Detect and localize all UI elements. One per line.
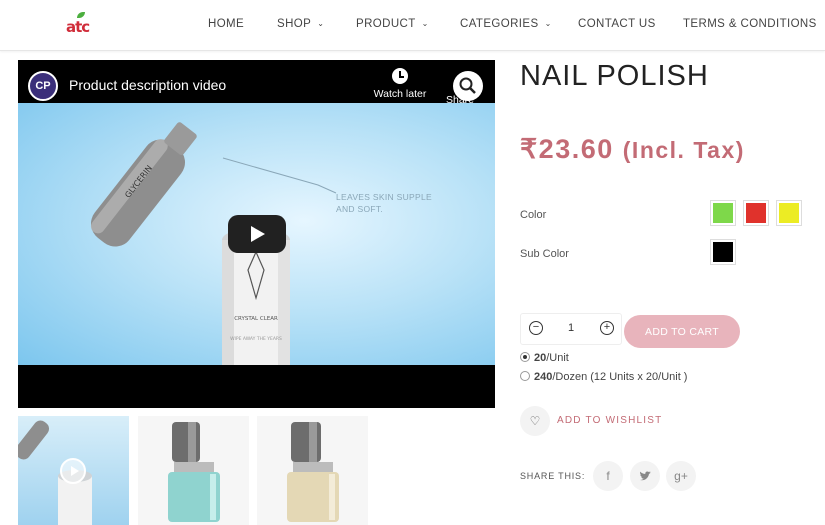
google-plus-icon[interactable]: g+ — [666, 461, 696, 491]
nav-product-label: PRODUCT — [356, 18, 416, 30]
quantity-value[interactable]: 1 — [559, 322, 583, 334]
share-this-label: SHARE THIS: — [520, 471, 586, 481]
price-value: ₹23.60 — [520, 134, 614, 164]
thumbnail-gold-polish[interactable] — [257, 416, 368, 525]
chevron-down-icon: ⌄ — [544, 19, 552, 28]
twitter-icon[interactable] — [630, 461, 660, 491]
nav-shop[interactable]: SHOP ⌄ — [277, 18, 324, 30]
unit-option-single[interactable]: 20/Unit — [520, 352, 569, 364]
radio-selected[interactable] — [520, 352, 530, 362]
watch-later-label: Watch later — [373, 88, 427, 100]
color-label: Color — [520, 209, 547, 221]
nav-product[interactable]: PRODUCT ⌄ — [356, 18, 429, 30]
add-to-wishlist-link[interactable]: ADD TO WISHLIST — [557, 415, 662, 426]
thumbnail-video[interactable] — [18, 416, 129, 525]
nav-shop-label: SHOP — [277, 18, 312, 30]
quantity-stepper: − 1 + — [520, 313, 622, 345]
scene-caption: LEAVES SKIN SUPPLE AND SOFT. — [336, 191, 432, 215]
site-header: atc HOME SHOP ⌄ PRODUCT ⌄ CATEGORIES ⌄ CONT… — [0, 0, 825, 51]
product-price: ₹23.60 (Incl. Tax) — [520, 134, 745, 165]
product-title: NAIL POLISH — [520, 60, 709, 92]
product-video[interactable]: GLYCERIN CRYSTAL CLEAR WIPE AWAY THE YEA… — [18, 60, 495, 408]
swatch-fill — [713, 242, 733, 262]
video-letterbox — [18, 365, 495, 408]
heart-icon[interactable]: ♡ — [520, 406, 550, 436]
nail-polish-bottle-teal — [168, 422, 220, 522]
unit-text: /Unit — [546, 352, 569, 364]
nav-contact-us[interactable]: CONTACT US — [578, 18, 656, 30]
dozen-qty: 240 — [534, 371, 553, 383]
minus-icon[interactable]: − — [529, 321, 543, 335]
unit-qty: 20 — [534, 352, 547, 364]
chevron-down-icon: ⌄ — [421, 19, 429, 28]
nav-home-label: HOME — [208, 18, 245, 30]
watch-later-button[interactable]: Watch later — [370, 68, 430, 100]
scene-caption-line1: LEAVES SKIN SUPPLE — [336, 192, 432, 202]
swatch-fill — [713, 203, 733, 223]
clock-icon — [392, 68, 408, 84]
nail-polish-bottle-gold — [287, 422, 339, 522]
color-swatch-yellow[interactable] — [776, 200, 802, 226]
color-swatch-green[interactable] — [710, 200, 736, 226]
radio-unselected[interactable] — [520, 371, 530, 381]
site-logo[interactable]: atc — [64, 12, 100, 38]
nav-home[interactable]: HOME — [208, 18, 244, 30]
twitter-bird-glyph — [640, 471, 651, 481]
video-title[interactable]: Product description video — [69, 77, 226, 93]
scene-caption-line2: AND SOFT. — [336, 204, 384, 214]
thumbnail-teal-polish[interactable] — [138, 416, 249, 525]
subcolor-swatch-black[interactable] — [710, 239, 736, 265]
play-icon — [60, 458, 86, 484]
swatch-fill — [779, 203, 799, 223]
bottle2-sublabel: WIPE AWAY THE YEARS — [230, 336, 282, 342]
plus-icon[interactable]: + — [600, 321, 614, 335]
facebook-icon[interactable]: f — [593, 461, 623, 491]
nav-terms-label: TERMS & CONDITIONS — [683, 18, 817, 30]
swatch-fill — [746, 203, 766, 223]
color-swatch-red[interactable] — [743, 200, 769, 226]
subcolor-label: Sub Color — [520, 248, 569, 260]
bottle2-label: CRYSTAL CLEAR — [234, 316, 278, 322]
price-tax-note: (Incl. Tax) — [622, 137, 745, 163]
nav-categories[interactable]: CATEGORIES ⌄ — [460, 18, 552, 30]
zoom-button[interactable] — [453, 71, 483, 101]
magnifier-icon — [459, 77, 476, 94]
nav-terms[interactable]: TERMS & CONDITIONS — [683, 18, 817, 30]
unit-option-dozen[interactable]: 240/Dozen (12 Units x 20/Unit ) — [520, 371, 687, 383]
play-button[interactable] — [228, 215, 286, 253]
channel-avatar[interactable]: CP — [28, 71, 58, 101]
logo-text: atc — [66, 18, 90, 36]
nav-categories-label: CATEGORIES — [460, 18, 539, 30]
add-to-cart-button[interactable]: ADD TO CART — [624, 315, 740, 348]
nav-contact-label: CONTACT US — [578, 18, 656, 30]
chevron-down-icon: ⌄ — [317, 19, 325, 28]
dozen-text: /Dozen (12 Units x 20/Unit ) — [552, 371, 688, 383]
